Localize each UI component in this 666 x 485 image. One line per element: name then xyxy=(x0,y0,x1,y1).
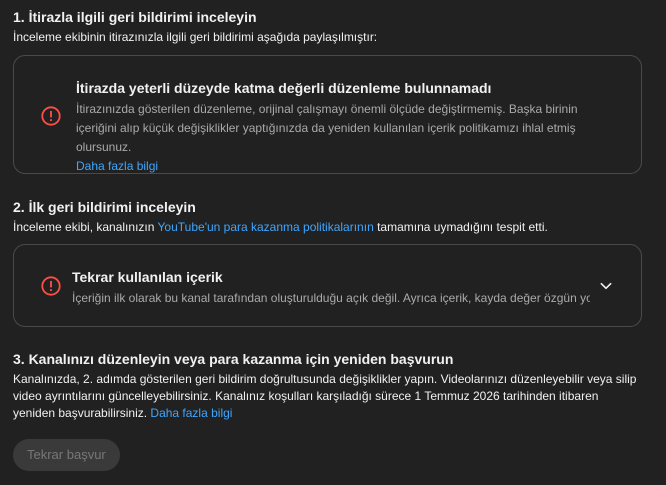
appeal-card-body: İtirazınızda gösterilen düzenleme, oriji… xyxy=(76,100,616,176)
reused-card-body: İçeriğin ilk olarak bu kanal tarafından … xyxy=(72,291,590,305)
section3-title: 3. Kanalınızı düzenleyin veya para kazan… xyxy=(13,351,454,367)
section2-text-after: tamamına uymadığını tespit etti. xyxy=(373,220,548,234)
learn-more-link-1[interactable]: Daha fazla bilgi xyxy=(76,159,158,173)
alert-circle-icon xyxy=(41,106,61,126)
monetization-policies-link[interactable]: YouTube'un para kazanma politikalarının xyxy=(158,220,374,234)
reused-card-title: Tekrar kullanılan içerik xyxy=(72,269,223,285)
alert-circle-icon xyxy=(41,276,61,296)
section3-body: Kanalınızda, 2. adımda gösterilen geri b… xyxy=(13,372,637,420)
section-reapply: 3. Kanalınızı düzenleyin veya para kazan… xyxy=(13,350,642,422)
section-review-appeal: 1. İtirazla ilgili geri bildirimi incele… xyxy=(13,8,642,46)
section3-text: Kanalınızda, 2. adımda gösterilen geri b… xyxy=(13,371,642,422)
section2-title: 2. İlk geri bildirimi inceleyin xyxy=(13,199,196,215)
section1-subtitle: İnceleme ekibinin itirazınızla ilgili ge… xyxy=(13,30,378,44)
chevron-down-icon[interactable] xyxy=(598,278,614,294)
section2-text: İnceleme ekibi, kanalınızın YouTube'un p… xyxy=(13,219,642,236)
section2-text-before: İnceleme ekibi, kanalınızın xyxy=(13,220,158,234)
reapply-button[interactable]: Tekrar başvur xyxy=(13,439,120,471)
appeal-card-text: İtirazınızda gösterilen düzenleme, oriji… xyxy=(76,102,578,154)
reused-content-card[interactable]: Tekrar kullanılan içerik İçeriğin ilk ol… xyxy=(13,244,642,327)
section1-title: 1. İtirazla ilgili geri bildirimi incele… xyxy=(13,9,257,25)
section-initial-feedback: 2. İlk geri bildirimi inceleyin İnceleme… xyxy=(13,198,642,236)
appeal-feedback-card: İtirazda yeterli düzeyde katma değerli d… xyxy=(13,55,642,174)
appeal-card-title: İtirazda yeterli düzeyde katma değerli d… xyxy=(76,80,492,96)
learn-more-link-2[interactable]: Daha fazla bilgi xyxy=(150,406,232,420)
